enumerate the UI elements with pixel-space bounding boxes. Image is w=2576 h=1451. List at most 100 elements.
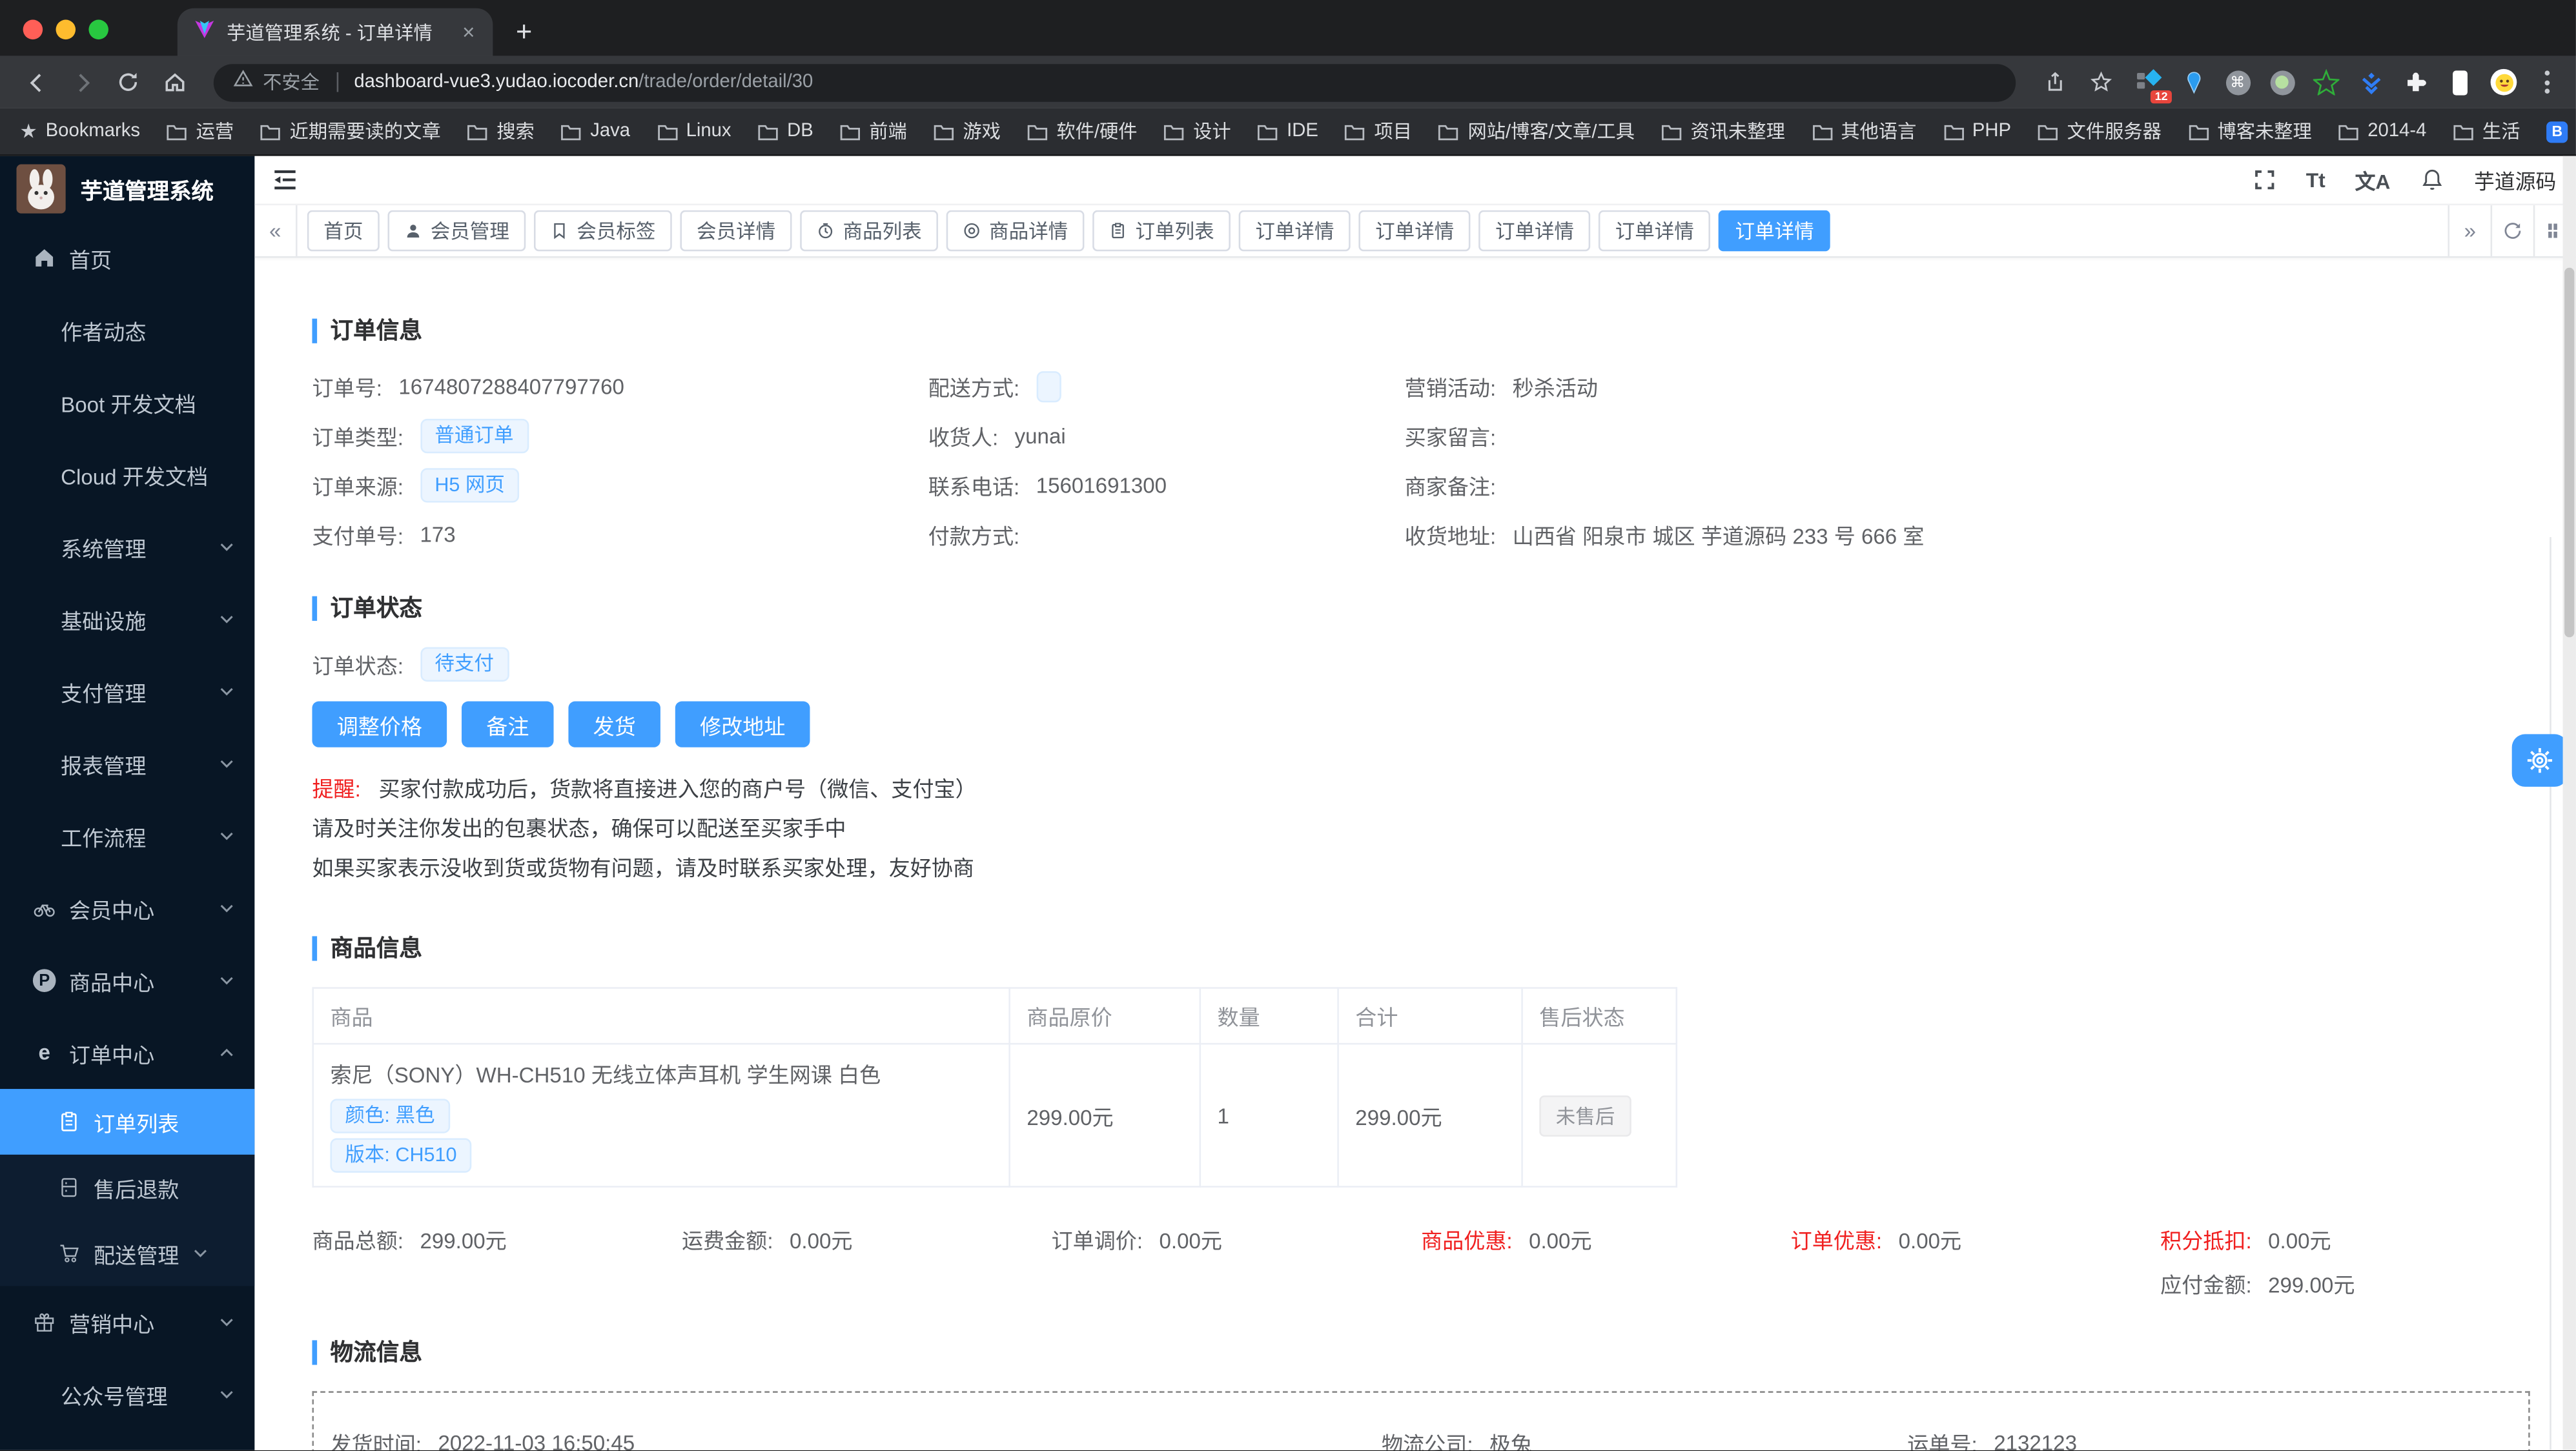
sidebar-item-home[interactable]: 首页 — [0, 222, 254, 294]
bookmark-site[interactable]: BJava开发 | 小组首.. — [2546, 118, 2576, 145]
bookmarks-root[interactable]: ★ Bookmarks — [20, 120, 141, 143]
security-label[interactable]: 不安全 — [263, 69, 320, 96]
security-warning-icon[interactable] — [233, 67, 253, 97]
sidebar-item-boot-docs[interactable]: Boot 开发文档 — [0, 366, 254, 438]
profile-avatar[interactable] — [2489, 67, 2519, 97]
page-scrollbar[interactable] — [2562, 156, 2576, 1450]
sidebar-item-infra[interactable]: 基础设施 — [0, 583, 254, 655]
username[interactable]: 芋道源码 — [2474, 164, 2556, 195]
sidebar-item-report[interactable]: 报表管理 — [0, 727, 254, 800]
tag-order-detail[interactable]: 订单详情 — [1478, 210, 1591, 252]
macos-window-controls[interactable] — [0, 19, 132, 56]
browser-menu-icon[interactable] — [2531, 70, 2559, 94]
tag-product-list[interactable]: 商品列表 — [800, 210, 939, 252]
sidebar-item-cloud-docs[interactable]: Cloud 开发文档 — [0, 438, 254, 511]
tag-product-detail[interactable]: 商品详情 — [946, 210, 1085, 252]
bookmark-folder[interactable]: 文件服务器 — [2038, 118, 2162, 145]
sidebar-item-order-center[interactable]: e 订单中心 — [0, 1017, 254, 1089]
sidebar-item-official-account[interactable]: 公众号管理 — [0, 1358, 254, 1430]
extension-tabs-icon[interactable]: 12 — [2134, 67, 2172, 104]
bookmark-folder[interactable]: 网站/博客/文章/工具 — [1438, 118, 1635, 145]
tab-close-icon[interactable]: × — [457, 20, 480, 45]
close-window-button[interactable] — [23, 19, 43, 40]
tag-order-detail[interactable]: 订单详情 — [1238, 210, 1351, 252]
bookmark-folder[interactable]: 前端 — [839, 118, 907, 145]
tags-view-bar: « 首页 会员管理 会员标签 会员详情 商品列表 商品详情 订单列表 订单详情 … — [254, 205, 2576, 258]
bookmark-folder[interactable]: 游戏 — [934, 118, 1001, 145]
sidebar-item-delivery[interactable]: 配送管理 — [0, 1221, 254, 1286]
tag-order-list[interactable]: 订单列表 — [1092, 210, 1231, 252]
edit-address-button[interactable]: 修改地址 — [675, 701, 810, 747]
bookmark-folder[interactable]: 运营 — [167, 118, 234, 145]
address-bar[interactable]: 不安全 dashboard-vue3.yudao.iocoder.cn/trad… — [213, 63, 2016, 101]
bookmark-folder[interactable]: DB — [757, 121, 813, 141]
page-url[interactable]: dashboard-vue3.yudao.iocoder.cn/trade/or… — [354, 72, 813, 92]
fullscreen-icon[interactable] — [2252, 168, 2276, 192]
bookmark-folder[interactable]: 其他语言 — [1812, 118, 1916, 145]
font-size-icon[interactable]: Tt — [2306, 168, 2326, 192]
back-button[interactable] — [16, 63, 56, 102]
bookmark-folder[interactable]: 软件/硬件 — [1027, 118, 1138, 145]
ship-button[interactable]: 发货 — [568, 701, 661, 747]
extensions-puzzle-icon[interactable] — [2400, 67, 2430, 97]
extension-balloon-icon[interactable] — [2178, 67, 2208, 97]
browser-tab[interactable]: 芋道管理系统 - 订单详情 × — [177, 8, 493, 56]
tag-order-detail-active[interactable]: 订单详情 — [1719, 210, 1831, 252]
bookmark-folder[interactable]: 搜索 — [467, 118, 535, 145]
bookmark-folder[interactable]: Java — [560, 121, 630, 141]
theme-settings-button[interactable] — [2511, 734, 2568, 787]
sidebar-item-order-list[interactable]: 订单列表 — [0, 1089, 255, 1155]
minimize-window-button[interactable] — [56, 19, 76, 40]
extension-vue-devtools-icon[interactable] — [2356, 67, 2386, 97]
extension-sidebar-icon[interactable] — [2444, 67, 2474, 97]
scrollbar-thumb[interactable] — [2564, 267, 2575, 638]
bookmark-folder[interactable]: 项目 — [1345, 118, 1412, 145]
bookmark-folder[interactable]: PHP — [1943, 121, 2011, 141]
extension-green-star-icon[interactable] — [2311, 67, 2341, 97]
tags-scroll-right-icon[interactable]: » — [2448, 205, 2490, 256]
locale-icon[interactable]: 文A — [2355, 164, 2391, 195]
app-logo[interactable]: 芋道管理系统 — [0, 156, 254, 222]
share-icon[interactable] — [2036, 63, 2075, 102]
tag-home[interactable]: 首页 — [307, 210, 380, 252]
tag-member-label[interactable]: 会员标签 — [534, 210, 672, 252]
bookmark-star-icon[interactable] — [2081, 63, 2121, 102]
sidebar-item-payment[interactable]: 支付管理 — [0, 655, 254, 727]
sidebar-item-author-news[interactable]: 作者动态 — [0, 294, 254, 366]
bookmark-folder[interactable]: Linux — [657, 121, 731, 141]
extension-recorder-icon[interactable] — [2267, 67, 2297, 97]
bookmark-folder[interactable]: 资讯未整理 — [1661, 118, 1785, 145]
address: 山西省 阳泉市 城区 芋道源码 233 号 666 室 — [1512, 523, 1925, 549]
bookmark-folder[interactable]: 博客未整理 — [2188, 118, 2312, 145]
sidebar-item-product-center[interactable]: P 商品中心 — [0, 944, 254, 1017]
sidebar-item-system[interactable]: 系统管理 — [0, 511, 254, 583]
forward-button[interactable] — [63, 63, 102, 102]
sidebar-item-member-center[interactable]: 会员中心 — [0, 872, 254, 944]
notification-bell-icon[interactable] — [2420, 168, 2444, 192]
sidebar-item-marketing-center[interactable]: 营销中心 — [0, 1286, 254, 1358]
remark-button[interactable]: 备注 — [462, 701, 554, 747]
tag-order-detail[interactable]: 订单详情 — [1358, 210, 1471, 252]
chevron-down-icon — [220, 687, 233, 696]
tag-member-manage[interactable]: 会员管理 — [387, 210, 526, 252]
view-icon — [964, 223, 979, 239]
adjust-price-button[interactable]: 调整价格 — [312, 701, 447, 747]
tag-member-detail[interactable]: 会员详情 — [680, 210, 792, 252]
tag-order-detail[interactable]: 订单详情 — [1599, 210, 1711, 252]
sidebar-item-aftersale-refund[interactable]: 售后退款 — [0, 1155, 254, 1221]
tags-refresh-icon[interactable] — [2490, 205, 2533, 256]
bookmark-folder[interactable]: 设计 — [1163, 118, 1231, 145]
bookmark-folder[interactable]: IDE — [1257, 121, 1318, 141]
home-button[interactable] — [154, 63, 194, 102]
tags-scroll-left-icon[interactable]: « — [254, 205, 298, 256]
product-row: 索尼（SONY）WH-CH510 无线立体声耳机 学生网课 白色 颜色: 黑色版… — [312, 1042, 1678, 1188]
bookmark-folder[interactable]: 2014-4 — [2338, 121, 2426, 141]
bookmark-folder[interactable]: 近期需要读的文章 — [260, 118, 441, 145]
new-tab-button[interactable]: + — [493, 16, 555, 56]
extension-cmd-icon[interactable]: ⌘ — [2223, 67, 2253, 97]
sidebar-item-workflow[interactable]: 工作流程 — [0, 800, 254, 872]
zoom-window-button[interactable] — [88, 19, 108, 40]
collapse-sidebar-icon[interactable] — [271, 166, 299, 194]
reload-button[interactable] — [108, 63, 148, 102]
bookmark-folder[interactable]: 生活 — [2453, 118, 2520, 145]
